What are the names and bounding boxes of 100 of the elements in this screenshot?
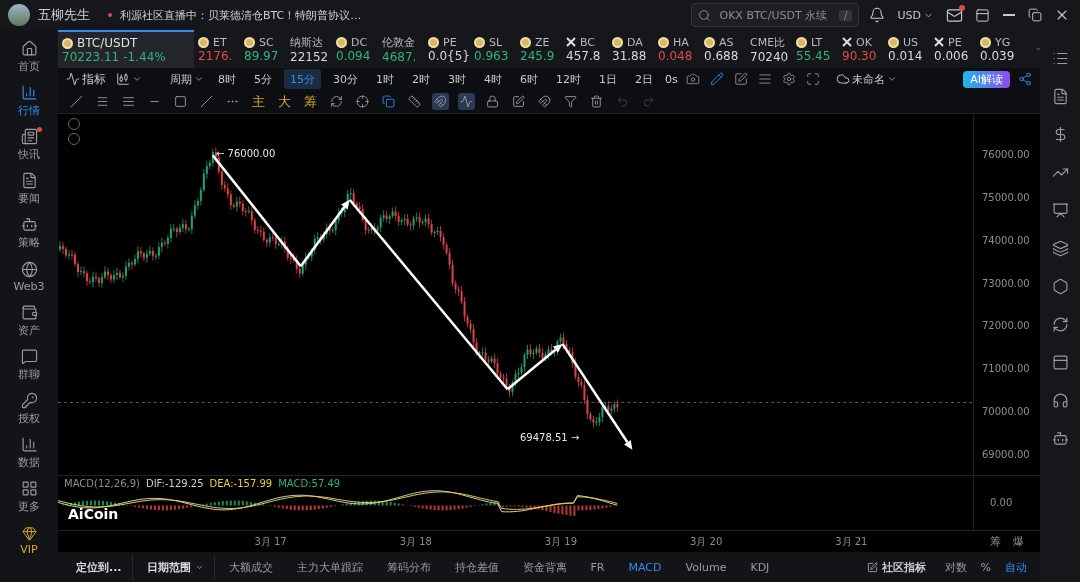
period-dropdown[interactable]: 周期: [168, 69, 206, 89]
vip-button[interactable]: VIP: [4, 520, 54, 561]
interval-tab[interactable]: 2日: [629, 69, 659, 89]
ticker-price: 55.45: [796, 48, 831, 63]
indicator-tab[interactable]: 筹码分布: [376, 554, 441, 580]
axis-toggle[interactable]: 筹: [988, 532, 1003, 551]
indicator-tab[interactable]: 资金背离: [512, 554, 577, 580]
date-axis-label: 3月 17: [254, 534, 287, 549]
ticker-tab[interactable]: PE 0.0{5}: [424, 30, 470, 68]
ticker-symbol: 纳斯达: [290, 34, 323, 50]
sidebar-item[interactable]: 快讯: [4, 124, 54, 165]
low-price-label: 69478.51 →: [520, 432, 580, 443]
ticker-tab[interactable]: LT 55.45: [792, 30, 838, 68]
ticker-tab[interactable]: ET 2176.: [194, 30, 240, 68]
shortcut-key: /: [839, 9, 853, 21]
ticker-symbol: PE: [948, 35, 962, 49]
sidebar-item[interactable]: 策略: [4, 212, 54, 253]
sidebar-item[interactable]: 资产: [4, 300, 54, 341]
interval-tab[interactable]: 5分: [248, 69, 278, 89]
indicator-toggle[interactable]: 筹: [302, 92, 319, 111]
ticker-price: 0.048: [658, 48, 693, 63]
ticker-symbol: OK: [856, 35, 872, 49]
ticker-tab[interactable]: YG 0.039: [976, 30, 1022, 68]
indicators-button[interactable]: 指标: [64, 68, 108, 90]
ticker-price: 0.014: [888, 48, 923, 63]
indicator-tab[interactable]: 持仓差值: [444, 554, 509, 580]
ticker-tab[interactable]: BTC/USDT 70223.11 -1.44%: [58, 30, 194, 68]
ticker-tab[interactable]: DC 0.094: [332, 30, 378, 68]
ticker-tab[interactable]: 纳斯达 22152: [286, 30, 332, 68]
indicator-tab[interactable]: MACD: [618, 554, 672, 580]
price-axis-label: 74000.00: [982, 233, 1031, 248]
ticker-tab[interactable]: HA 0.048: [654, 30, 700, 68]
macd-value: MACD:57.49: [278, 478, 341, 489]
ticker-symbol: 伦敦金: [382, 34, 415, 50]
ticker-price: 457.8: [566, 48, 601, 63]
app-logo: AiCoin: [68, 506, 119, 522]
ticker-tab[interactable]: PE 0.006: [930, 30, 976, 68]
ticker-tab[interactable]: OK 90.30: [838, 30, 884, 68]
sidebar-item[interactable]: 要闻: [4, 168, 54, 209]
ai-button[interactable]: AI解读: [963, 70, 1010, 88]
date-axis-label: 3月 19: [544, 534, 578, 549]
ticker-price: 0.688: [704, 48, 739, 63]
ticker-tab[interactable]: DA 31.88: [608, 30, 654, 68]
scale-option[interactable]: 自动: [1000, 554, 1032, 580]
ticker-tab[interactable]: CME比 70240: [746, 30, 792, 68]
scale-option[interactable]: 对数: [939, 554, 972, 580]
currency-dropdown[interactable]: USD: [895, 6, 936, 24]
ticker-tab[interactable]: 伦敦金 4687.: [378, 30, 424, 68]
sidebar-item[interactable]: 首页: [4, 36, 54, 77]
interval-tab[interactable]: 3时: [442, 69, 472, 89]
ticker-price: 2176.: [198, 48, 233, 63]
community-indicators-button[interactable]: 社区指标: [856, 554, 936, 580]
news-ticker[interactable]: 利源社区直播中：贝莱德清仓BTC！特朗普协议…: [120, 7, 362, 23]
locate-button[interactable]: 定位到...: [66, 554, 133, 580]
price-axis-label: 70000.00: [982, 405, 1031, 420]
interval-tab[interactable]: 6时: [514, 69, 544, 89]
sidebar-item[interactable]: 行情: [4, 80, 54, 121]
ticker-tab[interactable]: US 0.014: [884, 30, 930, 68]
ticker-price: 89.97: [244, 48, 279, 63]
search-input[interactable]: OKX BTC/USDT 永续: [717, 7, 834, 23]
interval-tab[interactable]: 30分: [327, 69, 364, 89]
indicator-toggle[interactable]: 主: [250, 92, 267, 111]
dif-value: DIF:-129.25: [145, 478, 204, 489]
ticker-tab[interactable]: BC 457.8: [562, 30, 608, 68]
sidebar-item[interactable]: Web3: [4, 256, 54, 297]
date-range-dropdown[interactable]: 日期范围: [136, 554, 215, 580]
interval-tab[interactable]: 12时: [550, 69, 587, 89]
sidebar-item[interactable]: 授权: [4, 388, 54, 429]
indicator-tab[interactable]: 大额成交: [218, 554, 283, 580]
ticker-price: 70240: [750, 49, 789, 64]
layout-dropdown[interactable]: 未命名: [833, 69, 899, 89]
interval-tab[interactable]: 2时: [406, 69, 436, 89]
sidebar-item[interactable]: 更多: [4, 476, 54, 517]
indicator-tab[interactable]: Volume: [675, 554, 737, 580]
indicator-tab[interactable]: KDJ: [740, 554, 780, 580]
ticker-tab[interactable]: SC 89.97: [240, 30, 286, 68]
interval-tab[interactable]: 15分: [284, 69, 321, 89]
ticker-tab[interactable]: ZE 245.9: [516, 30, 562, 68]
ticker-symbol: HA: [673, 35, 689, 49]
indicator-tab[interactable]: 主力大单跟踪: [286, 554, 373, 580]
search-field[interactable]: OKX BTC/USDT 永续 /: [691, 3, 860, 27]
scale-option[interactable]: %: [975, 554, 996, 580]
indicator-toggle[interactable]: 大: [276, 92, 293, 111]
interval-tab[interactable]: 1日: [593, 69, 623, 89]
indicator-tab[interactable]: FR: [580, 554, 615, 580]
ticker-tab[interactable]: SL 0.963: [470, 30, 516, 68]
ticker-price: 0.006: [934, 48, 969, 63]
sidebar-item[interactable]: 群聊: [4, 344, 54, 385]
ticker-price: 0.0{5}: [428, 48, 470, 63]
dea-value: DEA:-157.99: [209, 478, 273, 489]
axis-toggle[interactable]: 爆: [1011, 532, 1026, 551]
price-axis-label: 69000.00: [982, 447, 1031, 462]
interval-tab[interactable]: 1时: [370, 69, 400, 89]
ticker-symbol: DC: [351, 35, 368, 49]
ticker-symbol: SC: [259, 35, 274, 49]
interval-tab[interactable]: 4时: [478, 69, 508, 89]
ticker-tab[interactable]: AS 0.688: [700, 30, 746, 68]
interval-tab[interactable]: 8时: [212, 69, 242, 89]
ticker-price: 245.9: [520, 48, 555, 63]
sidebar-item[interactable]: 数据: [4, 432, 54, 473]
